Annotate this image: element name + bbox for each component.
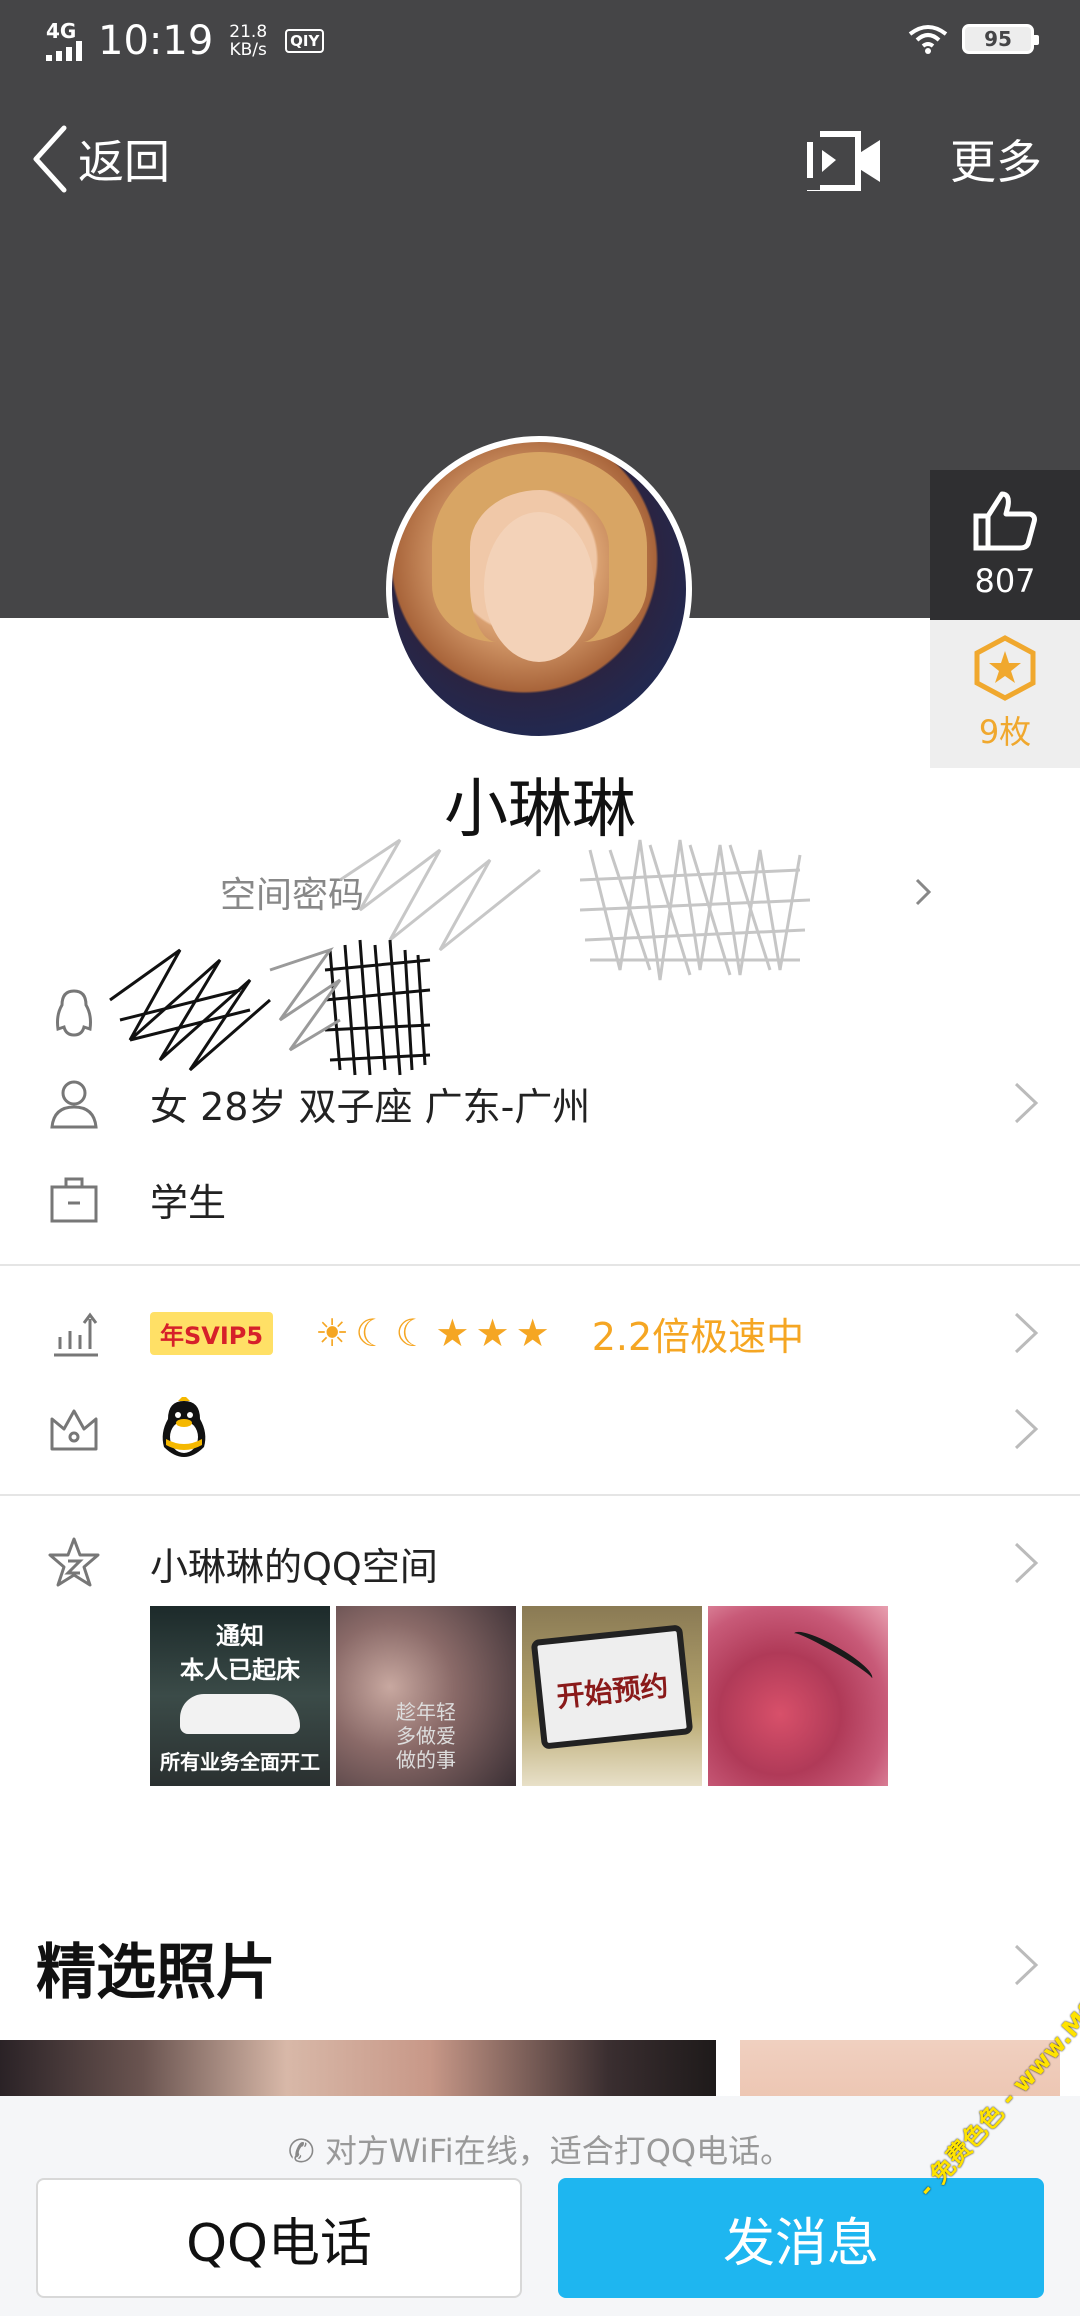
- moon-icon: ☾: [355, 1311, 390, 1355]
- like-button[interactable]: 807: [930, 470, 1080, 620]
- nav-bar: 返回 更多: [0, 110, 1080, 210]
- star-icon: ★: [475, 1311, 510, 1355]
- qzone-star-icon: [48, 1537, 100, 1587]
- more-button[interactable]: 更多: [950, 126, 1042, 192]
- basic-info-row[interactable]: 女 28岁 双子座 广东-广州: [0, 1056, 1080, 1150]
- qzone-thumbnail[interactable]: 趁年轻 多做爱 做的事: [336, 1606, 516, 1786]
- qq-penguin-icon: [162, 1397, 206, 1457]
- qzone-thumbnail[interactable]: 开始预约: [522, 1606, 702, 1786]
- battery-level: 95: [984, 27, 1012, 51]
- profile-screen: 4G 10:19 21.8 KB/s QIY 95 返回 更多 807 9枚 小…: [0, 0, 1080, 2316]
- chevron-right-icon: [1014, 1082, 1039, 1124]
- chevron-right-icon: [1014, 1542, 1039, 1584]
- occupation-text: 学生: [150, 1180, 227, 1225]
- chevron-right-icon: [1014, 1312, 1039, 1354]
- divider: [0, 1494, 1080, 1496]
- call-hint-text: 对方WiFi在线，适合打QQ电话。: [324, 2132, 793, 2170]
- qzone-thumbnail[interactable]: 通知 本人已起床 所有业务全面开工: [150, 1606, 330, 1786]
- chevron-right-icon: [915, 878, 932, 906]
- bottom-action-bar: ✆ 对方WiFi在线，适合打QQ电话。 QQ电话 发消息: [0, 2096, 1080, 2316]
- level-chart-icon: [54, 1312, 98, 1357]
- vip-row[interactable]: 年SVIP5 ☀ ☾ ☾ ★ ★ ★ 2.2倍极速中: [0, 1286, 1080, 1380]
- phone-icon: ✆: [287, 2132, 315, 2170]
- like-count: 807: [974, 562, 1036, 600]
- eyelash-image: [789, 1624, 877, 1688]
- avatar-face: [484, 512, 594, 662]
- star-icon: ★: [515, 1311, 550, 1355]
- car-image: [180, 1694, 300, 1734]
- network-speed: 21.8 KB/s: [229, 22, 268, 60]
- qzone-thumbnail[interactable]: [708, 1606, 888, 1786]
- divider: [0, 1264, 1080, 1266]
- medal-icon: [974, 635, 1036, 701]
- moon-icon: ☾: [395, 1311, 430, 1355]
- video-call-icon[interactable]: [806, 128, 884, 194]
- chevron-right-icon[interactable]: [1012, 1942, 1040, 1988]
- clock: 10:19: [98, 18, 214, 64]
- star-icon: ★: [435, 1311, 470, 1355]
- battery-icon: 95: [962, 24, 1039, 54]
- svip-badge: 年SVIP5: [150, 1311, 274, 1355]
- send-message-button[interactable]: 发消息: [558, 2178, 1044, 2298]
- thumbs-up-icon: [973, 491, 1037, 551]
- qzone-title: 小琳琳的QQ空间: [150, 1545, 438, 1589]
- avatar[interactable]: [386, 436, 692, 742]
- vip-speed-text: 2.2倍极速中: [591, 1314, 805, 1359]
- chevron-left-icon: [33, 125, 67, 193]
- vip-info: 年SVIP5 ☀ ☾ ☾ ★ ★ ★ 2.2倍极速中: [150, 1306, 804, 1361]
- featured-photos-title: 精选照片: [36, 1938, 276, 2008]
- qq-call-button[interactable]: QQ电话: [36, 2178, 522, 2298]
- qq-number-row: [0, 966, 1080, 1060]
- iqiyi-icon: QIY: [285, 29, 325, 53]
- sun-icon: ☀: [315, 1311, 350, 1355]
- network-indicator: 4G: [46, 21, 82, 61]
- qzone-thumbnails: 通知 本人已起床 所有业务全面开工 趁年轻 多做爱 做的事 开始预约: [150, 1606, 888, 1786]
- person-icon: [50, 1080, 98, 1129]
- status-bar: 4G 10:19 21.8 KB/s QIY 95: [0, 0, 1080, 84]
- signal-icon: [46, 41, 82, 61]
- crown-icon: [50, 1409, 98, 1451]
- basic-info-text: 女 28岁 双子座 广东-广州: [150, 1084, 591, 1129]
- vip-level-icons: ☀ ☾ ☾ ★ ★ ★: [315, 1311, 549, 1355]
- medal-count: 9枚: [978, 713, 1032, 751]
- tablet-image: 开始预约: [530, 1624, 694, 1750]
- call-hint: ✆ 对方WiFi在线，适合打QQ电话。: [0, 2126, 1080, 2172]
- back-button[interactable]: 返回: [30, 124, 170, 194]
- briefcase-icon: [50, 1177, 98, 1223]
- decoration-row[interactable]: [0, 1382, 1080, 1476]
- status-right: 95: [908, 24, 1039, 54]
- qq-penguin-outline-icon: [56, 989, 92, 1037]
- status-left: 4G 10:19 21.8 KB/s QIY: [46, 18, 325, 64]
- wifi-icon: [908, 25, 948, 54]
- chevron-right-icon: [1014, 1408, 1039, 1450]
- occupation-row: 学生: [0, 1152, 1080, 1246]
- medal-button[interactable]: 9枚: [930, 620, 1080, 768]
- back-label: 返回: [78, 135, 170, 189]
- network-type: 4G: [46, 19, 77, 43]
